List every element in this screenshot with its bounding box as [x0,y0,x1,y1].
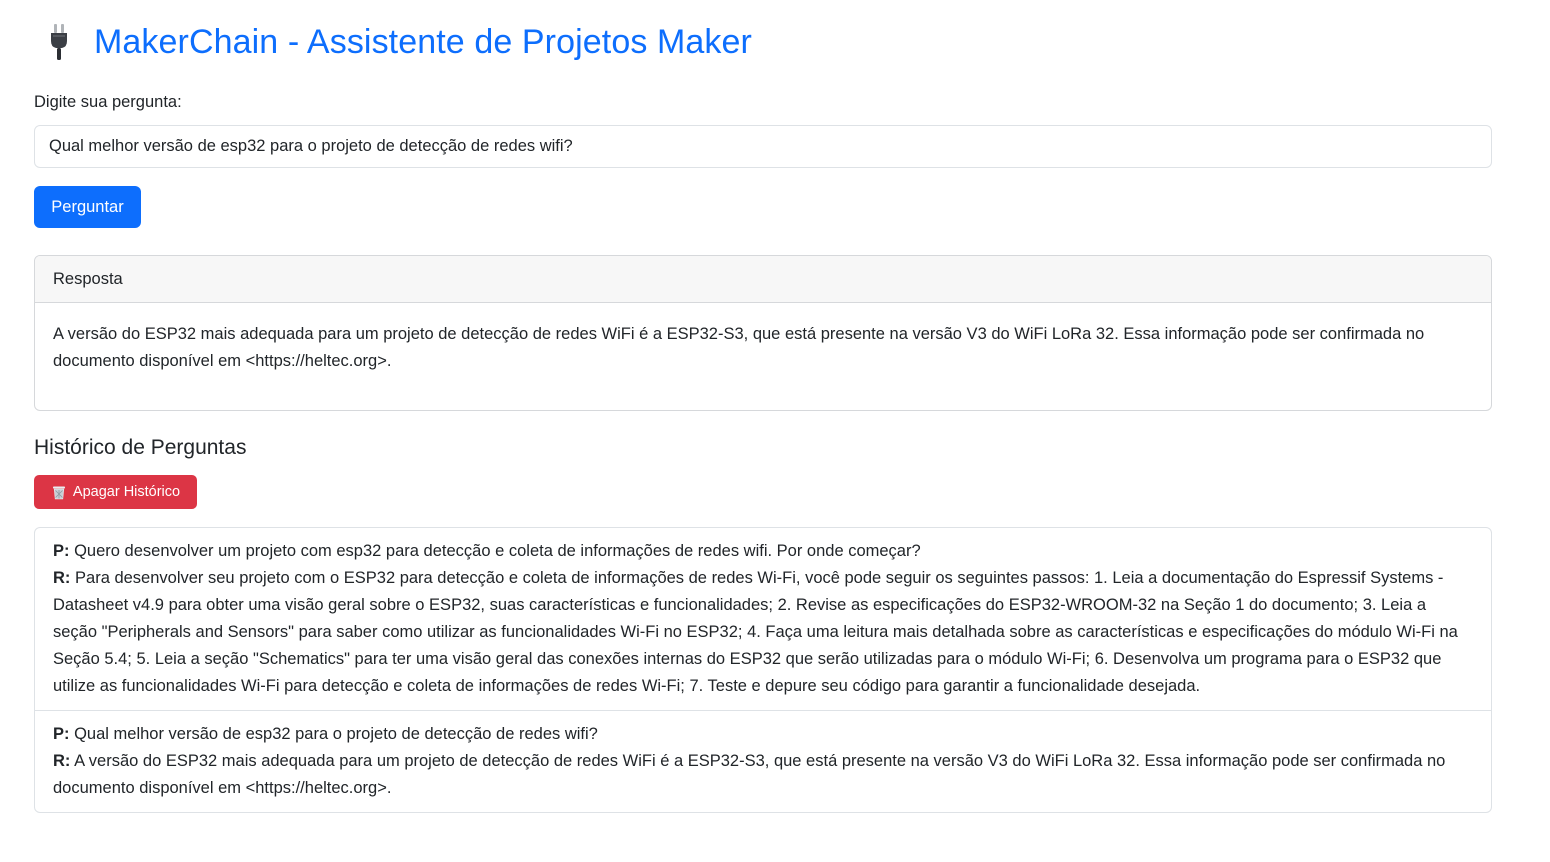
history-answer-row: R: Para desenvolver seu projeto com o ES… [53,565,1473,700]
answer-prefix: R: [53,752,71,770]
answer-card: Resposta A versão do ESP32 mais adequada… [34,255,1492,411]
main-container: MakerChain - Assistente de Projetos Make… [34,0,1492,813]
question-prefix: P: [53,725,70,743]
answer-prefix: R: [53,569,71,587]
history-answer-row: R: A versão do ESP32 mais adequada para … [53,748,1473,802]
clear-history-button[interactable]: Apagar Histórico [34,475,197,509]
question-input[interactable] [34,125,1492,168]
history-answer: A versão do ESP32 mais adequada para um … [53,752,1446,797]
header: MakerChain - Assistente de Projetos Make… [46,0,1492,84]
electric-plug-icon [46,22,72,62]
page-title: MakerChain - Assistente de Projetos Make… [94,22,752,61]
history-list: P: Quero desenvolver um projeto com esp3… [34,527,1492,813]
wastebasket-icon [51,484,67,500]
history-item: P: Qual melhor versão de esp32 para o pr… [35,710,1491,812]
question-label: Digite sua pergunta: [34,93,182,111]
history-question: Quero desenvolver um projeto com esp32 p… [74,542,921,560]
history-item: P: Quero desenvolver um projeto com esp3… [35,528,1491,710]
answer-header: Resposta [35,256,1491,303]
history-title: Histórico de Perguntas [34,436,247,459]
history-question: Qual melhor versão de esp32 para o proje… [74,725,598,743]
history-answer: Para desenvolver seu projeto com o ESP32… [53,569,1458,695]
history-question-row: P: Quero desenvolver um projeto com esp3… [53,538,1473,565]
question-prefix: P: [53,542,70,560]
answer-body: A versão do ESP32 mais adequada para um … [53,325,1425,370]
clear-history-label: Apagar Histórico [72,484,181,500]
ask-button[interactable]: Perguntar [34,186,141,228]
history-question-row: P: Qual melhor versão de esp32 para o pr… [53,721,1473,748]
